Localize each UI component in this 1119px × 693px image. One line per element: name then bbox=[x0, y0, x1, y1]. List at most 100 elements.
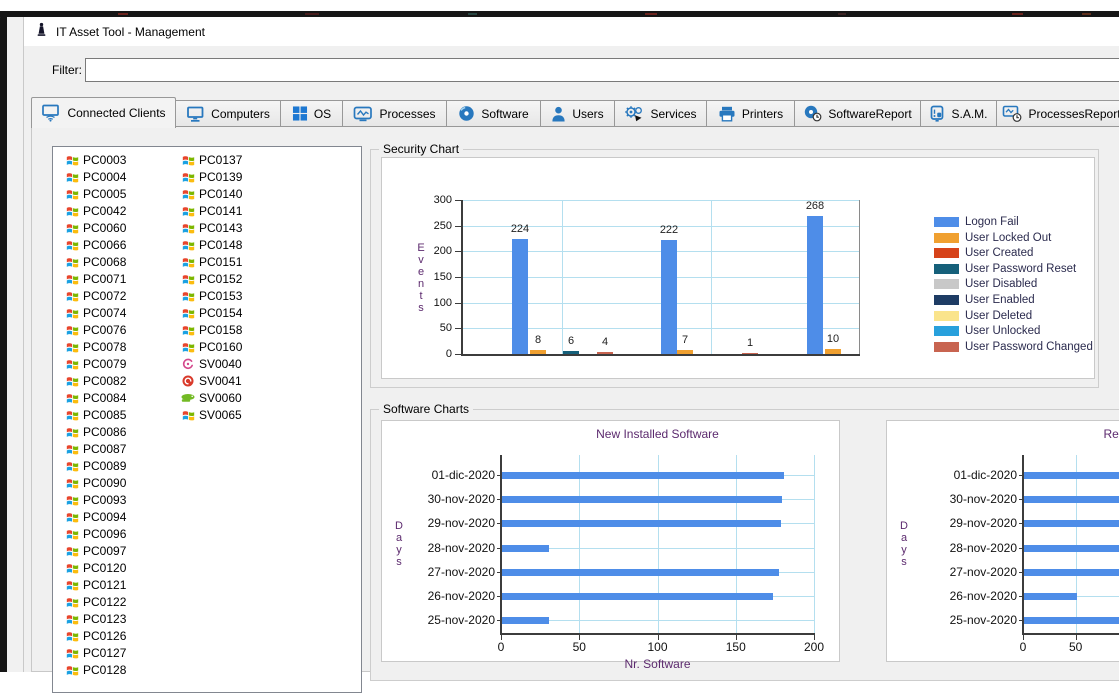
list-item-pc0121[interactable]: PC0121 bbox=[65, 577, 126, 593]
list-item-pc0090[interactable]: PC0090 bbox=[65, 475, 126, 491]
list-item-pc0086[interactable]: PC0086 bbox=[65, 424, 126, 440]
windows-icon bbox=[65, 205, 79, 218]
list-item-pc0078[interactable]: PC0078 bbox=[65, 339, 126, 355]
list-item-pc0072[interactable]: PC0072 bbox=[65, 288, 126, 304]
chart-bar bbox=[1024, 617, 1119, 624]
tab-processes[interactable]: Processes bbox=[343, 100, 447, 127]
list-item-pc0148[interactable]: PC0148 bbox=[181, 237, 242, 253]
computer-name: PC0151 bbox=[199, 255, 242, 269]
tab-printers[interactable]: Printers bbox=[707, 100, 795, 127]
list-item-pc0126[interactable]: PC0126 bbox=[65, 628, 126, 644]
windows-icon bbox=[65, 579, 79, 592]
list-item-pc0082[interactable]: PC0082 bbox=[65, 373, 126, 389]
list-item-pc0005[interactable]: PC0005 bbox=[65, 186, 126, 202]
tab-label: Connected Clients bbox=[67, 106, 165, 120]
list-item-pc0066[interactable]: PC0066 bbox=[65, 237, 126, 253]
category-label: 26-nov-2020 bbox=[411, 589, 495, 603]
list-item-pc0122[interactable]: PC0122 bbox=[65, 594, 126, 610]
list-item-pc0085[interactable]: PC0085 bbox=[65, 407, 126, 423]
bar-value-label: 1 bbox=[733, 337, 767, 349]
installed-software-chart: New Installed Software05010015020001-dic… bbox=[381, 420, 840, 662]
list-item-pc0089[interactable]: PC0089 bbox=[65, 458, 126, 474]
it-asset-tool-icon bbox=[34, 22, 49, 42]
list-item-pc0003[interactable]: PC0003 bbox=[65, 152, 126, 168]
tab-services[interactable]: Services bbox=[615, 100, 707, 127]
list-item-pc0127[interactable]: PC0127 bbox=[65, 645, 126, 661]
windows-icon bbox=[181, 256, 195, 269]
gridline bbox=[579, 455, 580, 633]
list-item-pc0141[interactable]: PC0141 bbox=[181, 203, 242, 219]
list-item-pc0071[interactable]: PC0071 bbox=[65, 271, 126, 287]
windows-icon bbox=[181, 188, 195, 201]
list-item-pc0154[interactable]: PC0154 bbox=[181, 305, 242, 321]
computer-name: PC0126 bbox=[83, 629, 126, 643]
list-item-pc0123[interactable]: PC0123 bbox=[65, 611, 126, 627]
list-item-pc0094[interactable]: PC0094 bbox=[65, 509, 126, 525]
list-item-pc0096[interactable]: PC0096 bbox=[65, 526, 126, 542]
computer-name: PC0084 bbox=[83, 391, 126, 405]
windows-icon bbox=[65, 341, 79, 354]
list-item-pc0160[interactable]: PC0160 bbox=[181, 339, 242, 355]
list-item-sv0060[interactable]: SV0060 bbox=[181, 390, 242, 406]
category-label: 29-nov-2020 bbox=[933, 516, 1017, 530]
list-item-pc0120[interactable]: PC0120 bbox=[65, 560, 126, 576]
connected-clients-list[interactable]: PC0003PC0004PC0005PC0042PC0060PC0066PC00… bbox=[52, 146, 362, 693]
chart-title: Removed Software bbox=[1045, 427, 1119, 441]
list-item-pc0079[interactable]: PC0079 bbox=[65, 356, 126, 372]
computer-name: PC0139 bbox=[199, 170, 242, 184]
category-label: 30-nov-2020 bbox=[411, 492, 495, 506]
list-item-pc0097[interactable]: PC0097 bbox=[65, 543, 126, 559]
list-item-pc0152[interactable]: PC0152 bbox=[181, 271, 242, 287]
computer-name: PC0078 bbox=[83, 340, 126, 354]
computer-name: PC0096 bbox=[83, 527, 126, 541]
security-chart-group-label: Security Chart bbox=[379, 142, 463, 156]
list-item-pc0137[interactable]: PC0137 bbox=[181, 152, 242, 168]
list-item-pc0042[interactable]: PC0042 bbox=[65, 203, 126, 219]
computer-name: PC0005 bbox=[83, 187, 126, 201]
chart-bar bbox=[1024, 472, 1119, 479]
list-item-pc0139[interactable]: PC0139 bbox=[181, 169, 242, 185]
tab-connected-clients[interactable]: Connected Clients bbox=[31, 97, 176, 128]
list-item-pc0074[interactable]: PC0074 bbox=[65, 305, 126, 321]
list-item-pc0128[interactable]: PC0128 bbox=[65, 662, 126, 678]
list-item-pc0153[interactable]: PC0153 bbox=[181, 288, 242, 304]
list-item-pc0093[interactable]: PC0093 bbox=[65, 492, 126, 508]
list-item-pc0087[interactable]: PC0087 bbox=[65, 441, 126, 457]
list-item-pc0060[interactable]: PC0060 bbox=[65, 220, 126, 236]
linux-red-icon bbox=[181, 375, 195, 387]
bar-value-label: 8 bbox=[521, 334, 555, 346]
chart-bar bbox=[597, 352, 613, 354]
list-item-pc0004[interactable]: PC0004 bbox=[65, 169, 126, 185]
tab-software[interactable]: Software bbox=[447, 100, 541, 127]
tab-s-a-m[interactable]: S.A.M. bbox=[921, 100, 997, 127]
tab-processesreport[interactable]: ProcessesReport bbox=[997, 100, 1119, 127]
list-item-pc0068[interactable]: PC0068 bbox=[65, 254, 126, 270]
computer-name: PC0060 bbox=[83, 221, 126, 235]
tab-os[interactable]: OS bbox=[281, 100, 343, 127]
tab-computers[interactable]: Computers bbox=[176, 100, 281, 127]
list-item-sv0041[interactable]: SV0041 bbox=[181, 373, 242, 389]
titlebar[interactable]: IT Asset Tool - Management bbox=[24, 17, 1119, 46]
chart-bar bbox=[1024, 545, 1119, 552]
computer-name: PC0004 bbox=[83, 170, 126, 184]
legend-swatch bbox=[934, 264, 959, 274]
list-item-pc0143[interactable]: PC0143 bbox=[181, 220, 242, 236]
list-item-pc0084[interactable]: PC0084 bbox=[65, 390, 126, 406]
filter-input[interactable] bbox=[85, 58, 1119, 82]
chart-bar bbox=[1024, 569, 1119, 576]
list-item-sv0040[interactable]: SV0040 bbox=[181, 356, 242, 372]
list-item-pc0140[interactable]: PC0140 bbox=[181, 186, 242, 202]
tab-users[interactable]: Users bbox=[541, 100, 615, 127]
list-item-pc0076[interactable]: PC0076 bbox=[65, 322, 126, 338]
legend-item: User Created bbox=[934, 247, 1033, 259]
computer-name: PC0160 bbox=[199, 340, 242, 354]
tab-softwarereport[interactable]: SoftwareReport bbox=[795, 100, 921, 127]
list-item-pc0158[interactable]: PC0158 bbox=[181, 322, 242, 338]
computer-name: PC0090 bbox=[83, 476, 126, 490]
windows-icon bbox=[181, 341, 195, 354]
computer-name: PC0148 bbox=[199, 238, 242, 252]
windows-icon bbox=[65, 562, 79, 575]
list-item-sv0065[interactable]: SV0065 bbox=[181, 407, 242, 423]
legend-swatch bbox=[934, 311, 959, 321]
list-item-pc0151[interactable]: PC0151 bbox=[181, 254, 242, 270]
